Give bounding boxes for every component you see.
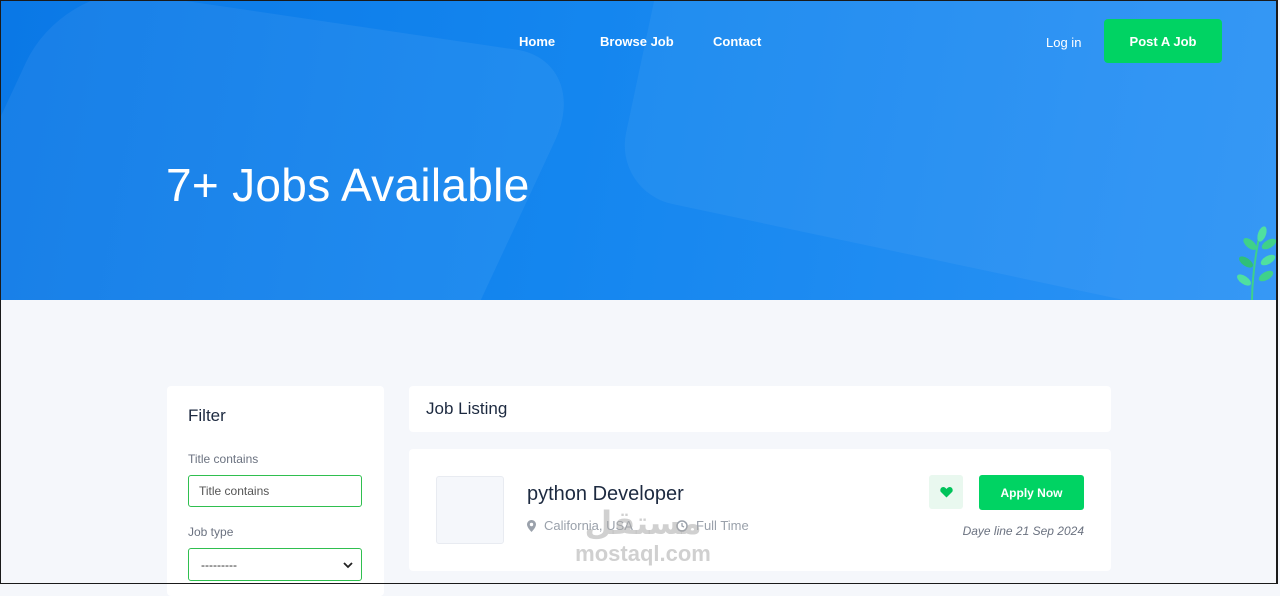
job-type-selected-value: ---------	[201, 557, 237, 572]
favorite-button[interactable]	[929, 475, 963, 509]
nav-home-link[interactable]: Home	[519, 34, 555, 49]
job-card[interactable]: python Developer California, USA Full Ti…	[409, 449, 1111, 571]
job-title[interactable]: python Developer	[527, 483, 684, 506]
job-type-label: Job type	[188, 525, 234, 539]
hero-bg-shape	[0, 0, 593, 300]
job-type: Full Time	[676, 518, 749, 533]
job-type-select[interactable]: ---------	[188, 548, 362, 581]
filter-panel: Filter Title contains Job type ---------	[167, 386, 384, 596]
job-deadline: Daye line 21 Sep 2024	[962, 524, 1084, 538]
post-job-button[interactable]: Post A Job	[1104, 19, 1222, 63]
location-pin-icon	[527, 519, 536, 532]
job-listing-header: Job Listing	[409, 386, 1111, 432]
nav-browse-job-link[interactable]: Browse Job	[600, 34, 674, 49]
filter-title: Filter	[188, 406, 226, 425]
company-logo	[436, 476, 504, 544]
job-location: California, USA	[527, 518, 633, 533]
title-contains-label: Title contains	[188, 452, 259, 466]
login-link[interactable]: Log in	[1046, 35, 1081, 50]
hero-banner: Home Browse Job Contact Log in Post A Jo…	[0, 0, 1278, 300]
nav-contact-link[interactable]: Contact	[713, 34, 761, 49]
job-listing-heading: Job Listing	[426, 399, 508, 418]
plant-decoration	[1237, 226, 1277, 300]
job-type-text: Full Time	[696, 518, 749, 533]
title-contains-input[interactable]	[188, 475, 362, 507]
page-title: 7+ Jobs Available	[166, 159, 530, 211]
heart-icon	[939, 487, 953, 498]
job-location-text: California, USA	[544, 518, 633, 533]
apply-now-button[interactable]: Apply Now	[979, 475, 1084, 510]
clock-icon	[676, 519, 688, 532]
chevron-down-icon	[343, 561, 353, 568]
